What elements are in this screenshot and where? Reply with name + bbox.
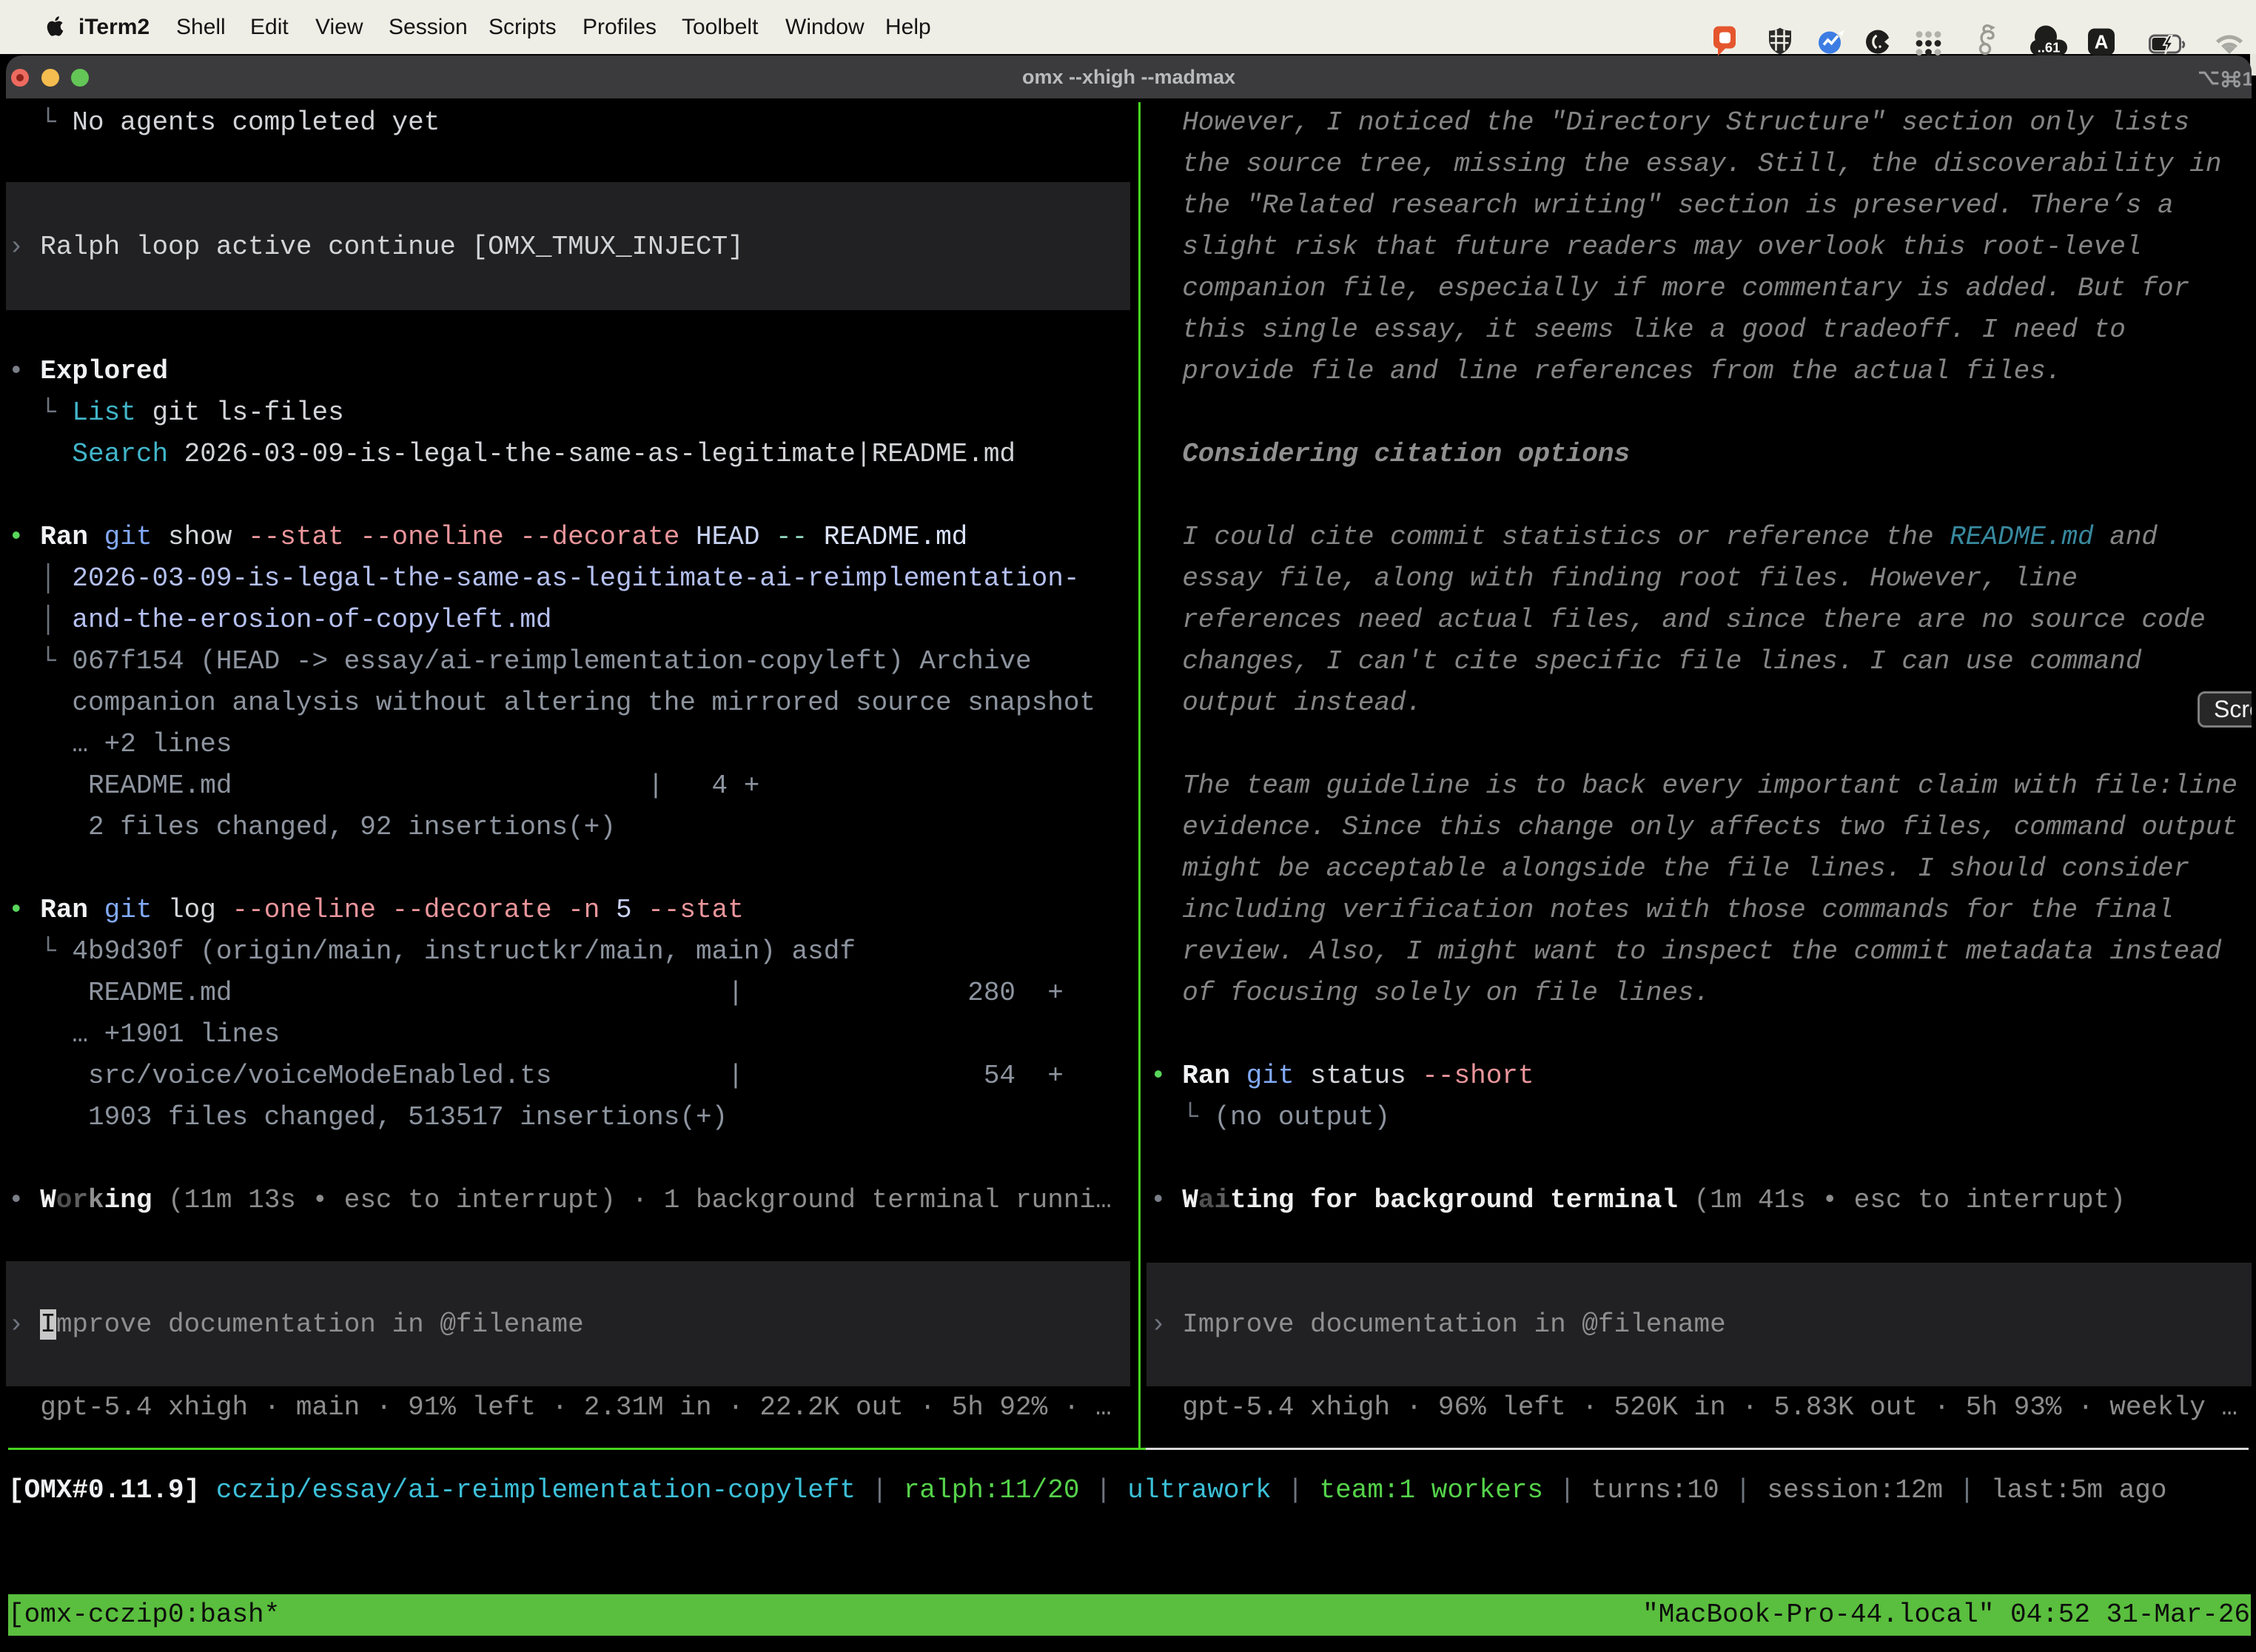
svg-text:A: A [2095, 31, 2109, 53]
svg-text:1: 1 [2242, 68, 2252, 88]
svg-text:..61: ..61 [2038, 40, 2061, 56]
